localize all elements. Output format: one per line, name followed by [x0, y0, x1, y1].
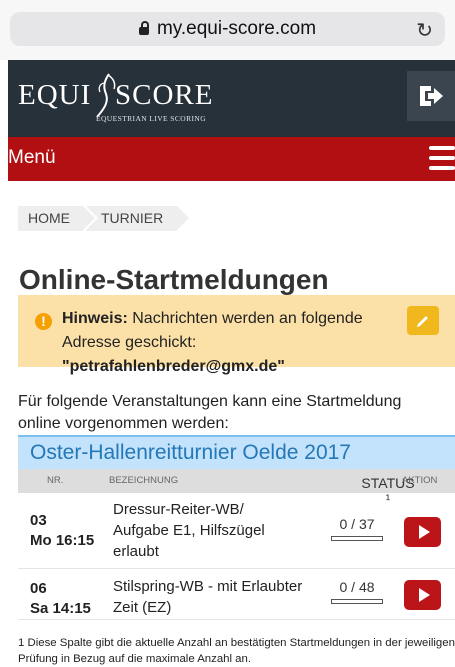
row-status-progress [331, 599, 383, 604]
lock-icon [138, 21, 149, 35]
row-status-progress [331, 536, 383, 541]
row-status: 0 / 37 [328, 516, 386, 541]
hamburger-icon[interactable] [429, 146, 455, 171]
row-date: Mo 16:15 [30, 532, 95, 549]
play-icon[interactable] [404, 517, 441, 547]
event-table: Oster-Hallenreitturnier Oelde 2017 NR. B… [18, 435, 455, 620]
row-number-time: 03 Mo 16:15 [30, 511, 110, 551]
page-title: Online-Startmeldungen [19, 263, 329, 295]
column-header-nr: NR. [47, 475, 64, 486]
play-icon[interactable] [404, 580, 441, 610]
row-date: Sa 14:15 [30, 600, 91, 617]
logout-button[interactable] [407, 71, 455, 121]
table-row: 06 Sa 14:15 Stilspring-WB - mit Erlaubte… [18, 569, 455, 620]
status-bar-fragment [120, 0, 450, 4]
row-status-text: 0 / 48 [339, 579, 375, 595]
column-header-aktion: AKTION [402, 475, 438, 486]
status-footnote: 1 Diese Spalte gibt die aktuelle Anzahl … [18, 637, 455, 666]
logo-tagline: EQUESTRIAN LIVE SCORING [96, 114, 207, 123]
logo-right-word: SCORE [115, 79, 214, 111]
equi-score-logo[interactable]: EQUI SCORE EQUESTRIAN LIVE SCORING [18, 73, 248, 123]
url-text: my.equi-score.com [156, 18, 317, 39]
menu-label: Menü [8, 147, 56, 168]
notice-label: Hinweis: [62, 310, 128, 327]
logout-icon [420, 86, 443, 106]
browser-top-bar: my.equi-score.com ↻ [0, 0, 455, 60]
row-number: 06 [30, 580, 47, 597]
warning-icon: ! [35, 313, 52, 330]
breadcrumb-home[interactable]: HOME [18, 206, 98, 231]
edit-email-button[interactable] [407, 306, 439, 335]
column-header-bezeichnung: BEZEICHNUNG [109, 475, 179, 486]
table-header-row: NR. BEZEICHNUNG STATUS ¹ AKTION [18, 469, 455, 507]
row-status-text: 0 / 37 [339, 516, 375, 532]
row-description: Stilspring-WB - mit Erlaubter Zeit (EZ) [113, 578, 303, 616]
breadcrumb-turnier[interactable]: TURNIER [86, 206, 193, 231]
notice-alert: ! Hinweis: Nachrichten werden an folgend… [18, 295, 455, 375]
pencil-icon [417, 316, 428, 327]
intro-text: Für folgende Veranstaltungen kann eine S… [18, 393, 402, 432]
site-header: EQUI SCORE EQUESTRIAN LIVE SCORING [8, 60, 455, 137]
row-description: Dressur-Reiter-WB/ Aufgabe E1, Hilfszüge… [113, 501, 265, 560]
main-menu-bar[interactable]: Menü [8, 137, 455, 181]
row-status: 0 / 48 [328, 579, 386, 604]
notice-email: "petrafahlenbreder@gmx.de" [62, 358, 285, 375]
notice-text: Hinweis: Nachrichten werden an folgende … [62, 307, 402, 379]
event-title: Oster-Hallenreitturnier Oelde 2017 [18, 435, 455, 469]
reload-icon[interactable]: ↻ [416, 18, 433, 43]
row-number: 03 [30, 512, 47, 529]
table-row: 03 Mo 16:15 Dressur-Reiter-WB/ Aufgabe E… [18, 493, 455, 569]
logo-left-word: EQUI [18, 79, 92, 111]
breadcrumb: HOME TURNIER [18, 206, 193, 231]
address-bar[interactable]: my.equi-score.com ↻ [10, 12, 445, 46]
row-number-time: 06 Sa 14:15 [30, 579, 110, 619]
